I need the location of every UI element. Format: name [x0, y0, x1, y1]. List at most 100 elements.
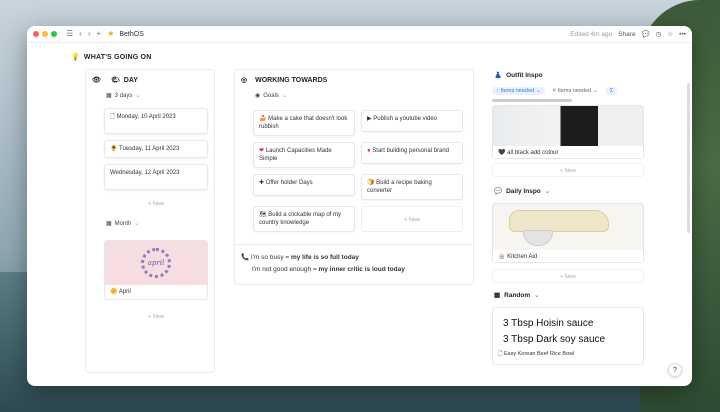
chip-label: Items needed [557, 88, 592, 94]
favorite-icon[interactable]: ☆ [667, 30, 673, 38]
outfit-view-tabs: ↑ Items needed ⌄ # Items needed ⌄ Σ [492, 87, 644, 95]
page-breadcrumb[interactable]: BethOS [119, 31, 144, 38]
comments-icon[interactable]: 💬 [642, 30, 650, 38]
black-heart-icon: 🖤 [498, 150, 506, 156]
page-heading-text: WHAT'S GOING ON [83, 54, 152, 61]
april-wreath-image: april [105, 241, 207, 285]
random-card[interactable]: 3 Tbsp Hoisin sauce 3 Tbsp Dark soy sauc… [492, 307, 644, 365]
month-view-selector[interactable]: ▦ Month ⌄ [106, 220, 139, 228]
month-card-label: 🌼 April [105, 285, 207, 298]
goal-card[interactable]: 🍰 Make a cake that doesn't look rubbish [253, 110, 355, 136]
speech-icon: 💬 [494, 188, 503, 195]
daily-card[interactable]: 🧁 Kitchen Aid [492, 203, 644, 263]
outfit-card[interactable]: 🖤 all black add colour [492, 105, 644, 159]
outfit-card-label-text: all black add colour [507, 150, 559, 156]
help-button[interactable]: ? [668, 363, 682, 377]
target-icon: ◎ [241, 77, 248, 84]
quote2-emphasis: my inner critic is loud today [318, 265, 405, 273]
outfit-image [493, 106, 643, 146]
goal-text: Build a clickable map of my country know… [259, 212, 341, 227]
recipe-image: 3 Tbsp Hoisin sauce 3 Tbsp Dark soy sauc… [493, 308, 643, 350]
goal-text: Launch Capacities Made Simple [259, 148, 332, 163]
window-controls [33, 31, 57, 37]
chevron-down-icon: ⌄ [281, 93, 287, 99]
horizontal-scrollbar[interactable] [492, 99, 572, 102]
lightbulb-icon: 💡 [71, 54, 80, 61]
quote-line-2: I'm not good enough = my inner critic is… [241, 264, 405, 276]
quote1-emphasis: my life is so full today [290, 254, 359, 261]
goal-text: Publish a youtube video [373, 116, 438, 122]
goals-view-icon: ◉ [255, 93, 261, 99]
outfit-card-label: 🖤 all black add colour [493, 146, 643, 158]
minimize-button[interactable] [42, 31, 48, 37]
day-card-text: Monday, 10 April 2023 [116, 114, 176, 120]
sun-icon: 🌻 [110, 146, 118, 152]
month-view-label: Month [114, 220, 132, 227]
youtube-icon: ▶ [367, 116, 372, 122]
cake-icon: 🍰 [259, 116, 267, 122]
outfit-new-button[interactable]: + New [492, 163, 644, 177]
forward-icon[interactable]: › [88, 30, 91, 38]
goal-card[interactable]: 🗺 Build a clickable map of my country kn… [253, 206, 355, 232]
month-card-april[interactable]: april 🌼 April [104, 240, 208, 300]
daily-title: 💬 Daily Inspo ⌄ [494, 187, 551, 196]
brand-icon: ● [367, 148, 371, 154]
tab-items-needed[interactable]: # Items needed ⌄ [549, 87, 602, 95]
titlebar: ☰ ‹ › + ★ BethOS Edited 4m ago Share 💬 ◷… [27, 26, 692, 43]
chip-label: Items needed [500, 88, 535, 94]
flower-icon: 🌼 [110, 289, 118, 295]
goals-view-selector[interactable]: ◉ Goals ⌄ [255, 92, 287, 100]
sidebar-toggle-icon[interactable]: ☰ [66, 30, 73, 38]
random-card-label: 🗋 Easy Korean Beef Rice Bowl [493, 350, 643, 359]
goal-card[interactable]: ❤ Launch Capacities Made Simple [253, 142, 355, 168]
close-button[interactable] [33, 31, 39, 37]
edited-status: Edited 4m ago [570, 30, 613, 38]
chevron-down-icon: ⌄ [593, 88, 598, 94]
more-icon[interactable]: ••• [679, 31, 686, 38]
hash-icon: # [552, 88, 556, 94]
gallery-view-icon: ▦ [106, 221, 112, 227]
kitchen-icon: 🧁 [498, 254, 506, 260]
outfit-title: 👗 Outfit Inspo [494, 71, 543, 80]
heart-icon: ❤ [259, 148, 265, 154]
page-heading: 💡 WHAT'S GOING ON [71, 53, 151, 61]
tab-items-needed-active[interactable]: ↑ Items needed ⌄ [492, 87, 545, 95]
tab-sum[interactable]: Σ [605, 87, 618, 95]
goal-card[interactable]: ● Start building personal brand [361, 142, 463, 164]
chevron-down-icon: ⌄ [544, 188, 551, 195]
day-card-tuesday[interactable]: 🌻 Tuesday, 11 April 2023 [104, 140, 208, 158]
page-icon: 🗋 [498, 351, 503, 357]
plus-icon: ✚ [259, 180, 265, 186]
goal-card[interactable]: 🍞 Build a recipe baking converter [361, 174, 463, 200]
share-button[interactable]: Share [618, 31, 635, 38]
goal-text: Start building personal brand [372, 148, 450, 154]
goal-card[interactable]: ▶ Publish a youtube video [361, 110, 463, 132]
day-card-monday[interactable]: 🗋 Monday, 10 April 2023 [104, 108, 208, 134]
recipe-line-2: 3 Tbsp Dark soy sauce [503, 334, 606, 345]
day-view-selector[interactable]: ▦ 3 days ⌄ [106, 92, 140, 100]
maximize-button[interactable] [51, 31, 57, 37]
vertical-scrollbar[interactable] [687, 83, 690, 233]
chevron-down-icon: ⌄ [536, 88, 541, 94]
history-icon[interactable]: ◷ [656, 30, 662, 38]
map-icon: 🗺 [259, 212, 267, 218]
daily-new-button[interactable]: + New [492, 269, 644, 283]
bread-icon: 🍞 [367, 180, 375, 186]
day-card-text: Wednesday, 12 April 2023 [110, 170, 180, 176]
day-card-wednesday[interactable]: Wednesday, 12 April 2023 [104, 164, 208, 190]
quote2-prefix: I'm not good enough = [252, 265, 319, 273]
new-page-icon[interactable]: + [97, 30, 102, 38]
goals-new-button[interactable]: + New [361, 206, 463, 232]
goal-text: Offer holder Days [265, 180, 313, 186]
day-title: 👁 🌤 DAY [92, 76, 138, 85]
goal-card[interactable]: ✚ Offer holder Days [253, 174, 355, 196]
random-card-label-text: Easy Korean Beef Rice Bowl [503, 351, 575, 357]
day-view-label: 3 days [114, 92, 133, 99]
daily-card-label-text: Kitchen Aid [507, 254, 538, 260]
day-new-button[interactable]: + New [104, 197, 208, 211]
hanger-icon: 👗 [494, 72, 503, 79]
page-content: 💡 WHAT'S GOING ON 👁 🌤 DAY ▦ 3 days ⌄ 🗋 Mo… [27, 43, 692, 386]
back-icon[interactable]: ‹ [79, 30, 82, 38]
working-title: ◎ WORKING TOWARDS [241, 76, 327, 85]
month-new-button[interactable]: + New [104, 310, 208, 324]
